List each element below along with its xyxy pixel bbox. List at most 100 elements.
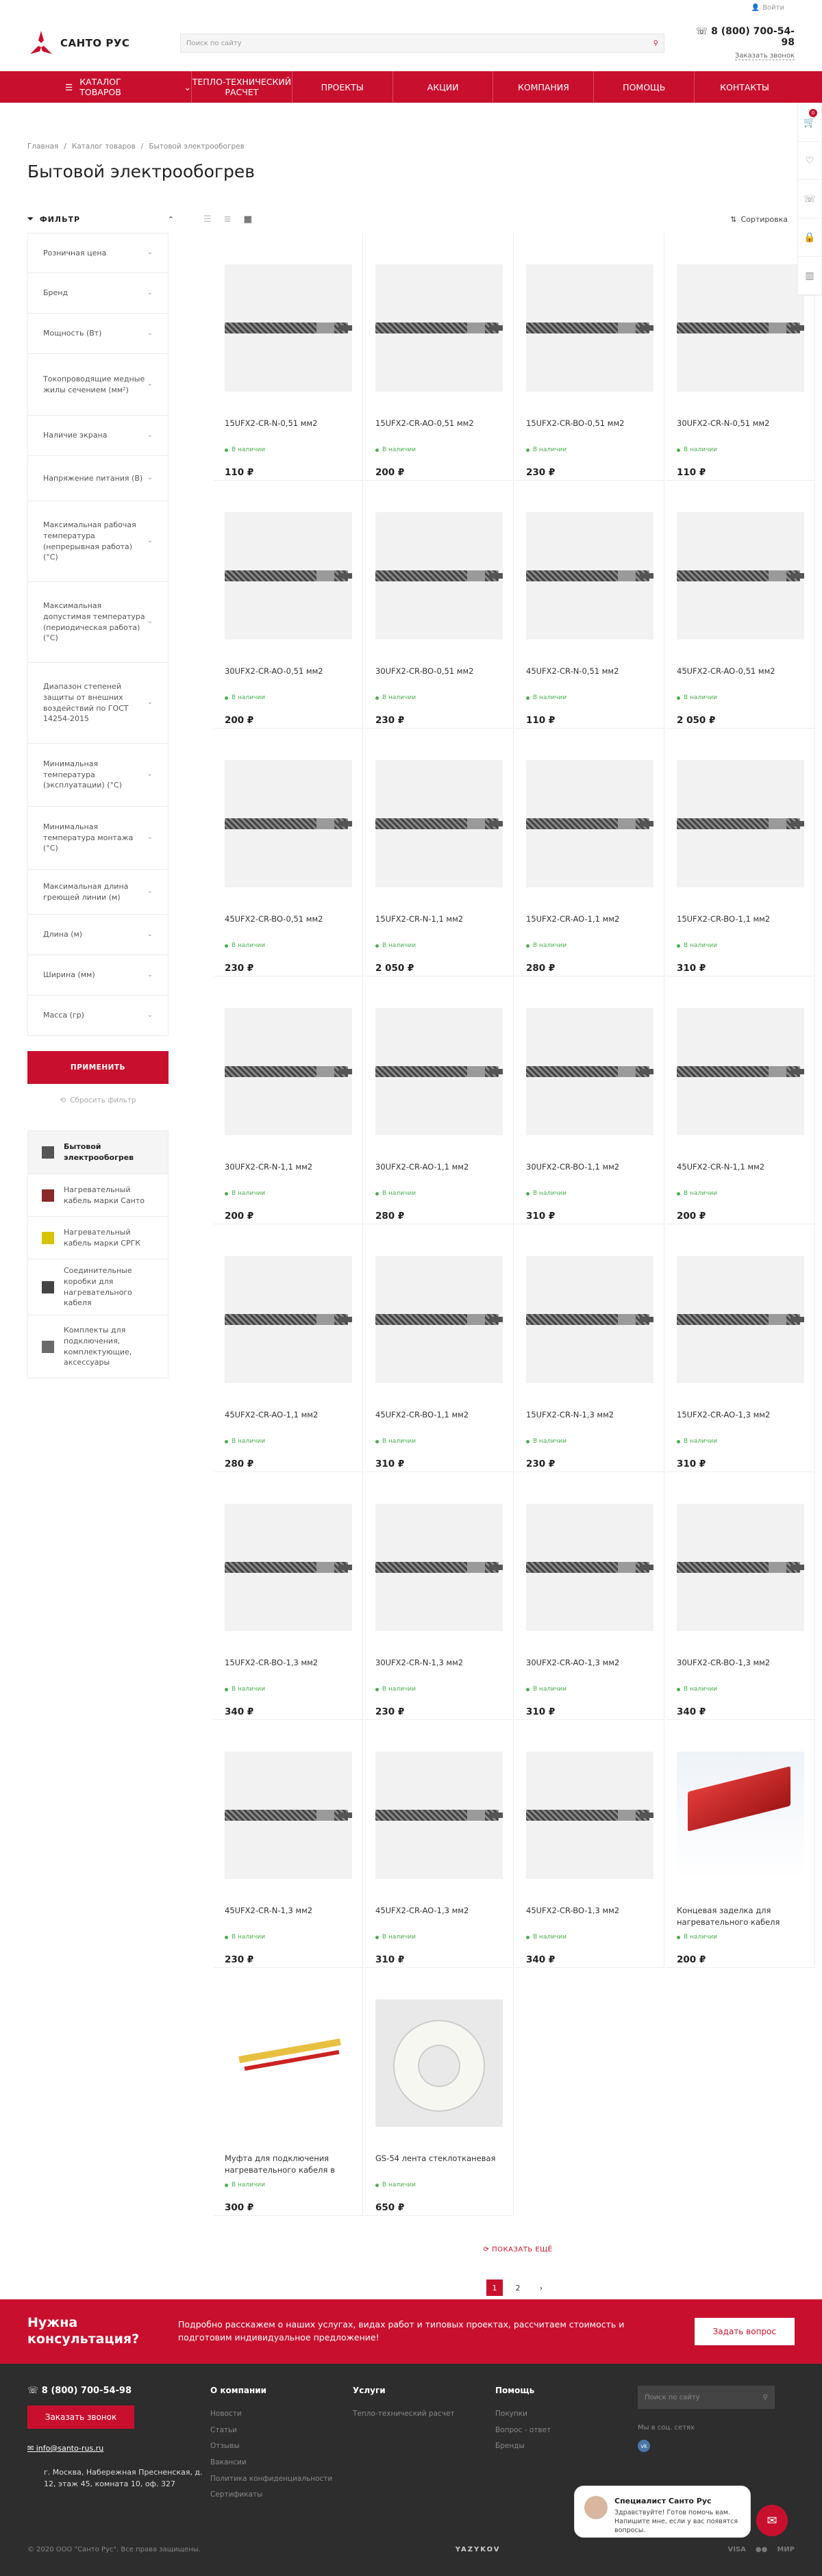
filter-item[interactable]: Минимальная температура монтажа (°C) ⌄	[27, 807, 169, 870]
product-card[interactable]: 15UFX2-CR-AO-1,1 мм2 В наличии 280 ₽	[515, 729, 664, 976]
nav-item-projects[interactable]: Проекты	[292, 71, 393, 103]
product-card[interactable]: GS-54 лента стеклотканевая В наличии 650 ₽	[364, 1968, 514, 2216]
product-card[interactable]: 30UFX2-CR-BO-0,51 мм2 В наличии 230 ₽	[364, 481, 514, 729]
footer-link[interactable]: Новости	[210, 2409, 353, 2419]
product-image[interactable]	[375, 1504, 503, 1631]
product-name[interactable]: 15UFX2-CR-BO-0,51 мм2	[526, 418, 649, 444]
product-image[interactable]	[526, 1256, 653, 1383]
filter-item[interactable]: Наличие экрана ⌄	[27, 416, 169, 456]
product-image[interactable]	[225, 1008, 352, 1135]
product-card[interactable]: 30UFX2-CR-N-1,3 мм2 В наличии 230 ₽	[364, 1472, 514, 1720]
breadcrumb-catalog[interactable]: Каталог товаров	[72, 142, 136, 151]
filter-item[interactable]: Максимальная рабочая температура (непрер…	[27, 501, 169, 582]
subcategory-item[interactable]: Нагревательный кабель марки СРГК	[28, 1216, 168, 1259]
product-name[interactable]: 15UFX2-CR-N-0,51 мм2	[225, 418, 347, 444]
subcategory-item[interactable]: Комплекты для подключения, комплектующие…	[28, 1315, 168, 1378]
product-name[interactable]: 45UFX2-CR-N-1,1 мм2	[677, 1161, 799, 1187]
product-image[interactable]	[225, 1999, 352, 2127]
product-image[interactable]	[225, 264, 352, 392]
product-card[interactable]: 45UFX2-CR-N-1,1 мм2 В наличии 200 ₽	[666, 976, 815, 1224]
product-name[interactable]: Муфта для подключения нагревательного ка…	[225, 2153, 347, 2179]
product-card[interactable]: 45UFX2-CR-N-0,51 мм2 В наличии 110 ₽	[515, 481, 664, 729]
product-name[interactable]: Концевая заделка для нагревательного каб…	[677, 1905, 799, 1931]
product-card[interactable]: 15UFX2-CR-AO-1,3 мм2 В наличии 310 ₽	[666, 1224, 815, 1472]
filter-item[interactable]: Токопроводящие медные жилы сечением (мм²…	[27, 354, 169, 416]
product-card[interactable]: 45UFX2-CR-BO-1,1 мм2 В наличии 310 ₽	[364, 1224, 514, 1472]
product-name[interactable]: 30UFX2-CR-BO-1,1 мм2	[526, 1161, 649, 1187]
product-card[interactable]: 30UFX2-CR-AO-1,3 мм2 В наличии 310 ₽	[515, 1472, 664, 1720]
product-card[interactable]: 15UFX2-CR-N-1,1 мм2 В наличии 2 050 ₽	[364, 729, 514, 976]
filter-item[interactable]: Мощность (Вт) ⌄	[27, 314, 169, 354]
nav-item-contacts[interactable]: Контакты	[695, 71, 795, 103]
chat-icon[interactable]: ✉	[756, 2505, 788, 2536]
product-image[interactable]	[677, 760, 804, 887]
product-name[interactable]: 30UFX2-CR-BO-0,51 мм2	[375, 666, 498, 692]
product-name[interactable]: 45UFX2-CR-N-1,3 мм2	[225, 1905, 347, 1931]
product-card[interactable]: 15UFX2-CR-AO-0,51 мм2 В наличии 200 ₽	[364, 233, 514, 481]
nav-item-company[interactable]: Компания	[493, 71, 595, 103]
product-name[interactable]: 15UFX2-CR-BO-1,1 мм2	[677, 913, 799, 939]
product-image[interactable]	[225, 1504, 352, 1631]
product-name[interactable]: 45UFX2-CR-BO-1,3 мм2	[526, 1905, 649, 1931]
product-card[interactable]: Муфта для подключения нагревательного ка…	[214, 1968, 363, 2216]
search-icon[interactable]: ⚲	[763, 2394, 768, 2401]
nav-item-help[interactable]: Помощь	[594, 71, 695, 103]
product-card[interactable]: Концевая заделка для нагревательного каб…	[666, 1720, 815, 1968]
view-list-icon[interactable]: ☰	[203, 214, 212, 225]
compare-icon[interactable]: ▥	[798, 257, 821, 295]
footer-phone[interactable]: ☏ 8 (800) 700-54-98	[27, 2386, 210, 2396]
footer-link[interactable]: Вопрос - ответ	[495, 2425, 638, 2436]
view-table-icon[interactable]: ≣	[224, 214, 232, 225]
product-image[interactable]	[677, 512, 804, 640]
product-name[interactable]: 45UFX2-CR-AO-0,51 мм2	[677, 666, 799, 692]
filter-item[interactable]: Максимальная длина греющей линии (м) ⌄	[27, 870, 169, 915]
product-card[interactable]: 15UFX2-CR-BO-1,3 мм2 В наличии 340 ₽	[214, 1472, 363, 1720]
product-name[interactable]: 45UFX2-CR-BO-1,1 мм2	[375, 1409, 498, 1435]
footer-search-input[interactable]: Поиск по сайту ⚲	[638, 2386, 775, 2409]
footer-link[interactable]: Тепло-технический расчет	[353, 2409, 495, 2419]
footer-link[interactable]: Статьи	[210, 2425, 353, 2436]
product-name[interactable]: GS-54 лента стеклотканевая	[375, 2153, 498, 2179]
page-1[interactable]: 1	[486, 2280, 503, 2296]
product-card[interactable]: 45UFX2-CR-AO-1,3 мм2 В наличии 310 ₽	[364, 1720, 514, 1968]
footer-link[interactable]: Покупки	[495, 2409, 638, 2419]
product-image[interactable]	[225, 760, 352, 887]
filter-item[interactable]: Ширина (мм) ⌄	[27, 955, 169, 996]
product-image[interactable]	[526, 1008, 653, 1135]
product-name[interactable]: 15UFX2-CR-N-1,3 мм2	[526, 1409, 649, 1435]
product-card[interactable]: 30UFX2-CR-AO-1,1 мм2 В наличии 280 ₽	[364, 976, 514, 1224]
show-more-button[interactable]: ⟳ Показать ещё	[214, 2246, 822, 2253]
product-card[interactable]: 30UFX2-CR-BO-1,3 мм2 В наличии 340 ₽	[666, 1472, 815, 1720]
product-name[interactable]: 30UFX2-CR-N-0,51 мм2	[677, 418, 799, 444]
view-grid-icon[interactable]: ▦	[244, 214, 252, 225]
filter-item[interactable]: Розничная цена ⌄	[27, 233, 169, 273]
header-phone[interactable]: ☏ 8 (800) 700-54-98	[692, 26, 795, 48]
lock-icon[interactable]: 🔒	[798, 218, 821, 257]
product-card[interactable]: 15UFX2-CR-N-0,51 мм2 В наличии 110 ₽	[214, 233, 363, 481]
nav-item-promo[interactable]: Акции	[393, 71, 494, 103]
product-image[interactable]	[375, 1008, 503, 1135]
product-card[interactable]: 30UFX2-CR-N-0,51 мм2 В наличии 110 ₽	[666, 233, 815, 481]
footer-email[interactable]: ✉ info@santo-rus.ru	[27, 2444, 210, 2453]
product-card[interactable]: 30UFX2-CR-N-1,1 мм2 В наличии 200 ₽	[214, 976, 363, 1224]
footer-link[interactable]: Сертификаты	[210, 2490, 353, 2500]
favorites-icon[interactable]: ♡	[798, 142, 821, 180]
product-image[interactable]	[375, 1752, 503, 1879]
product-name[interactable]: 15UFX2-CR-AO-1,3 мм2	[677, 1409, 799, 1435]
ask-question-button[interactable]: Задать вопрос	[694, 2318, 795, 2345]
product-image[interactable]	[526, 1504, 653, 1631]
product-image[interactable]	[677, 1504, 804, 1631]
callback-link[interactable]: Заказать звонок	[734, 52, 795, 60]
footer-link[interactable]: Бренды	[495, 2441, 638, 2451]
product-image[interactable]	[225, 1752, 352, 1879]
next-page-button[interactable]: ›	[533, 2280, 549, 2296]
product-name[interactable]: 15UFX2-CR-BO-1,3 мм2	[225, 1657, 347, 1683]
product-image[interactable]	[526, 512, 653, 640]
product-name[interactable]: 15UFX2-CR-AO-0,51 мм2	[375, 418, 498, 444]
breadcrumb-home[interactable]: Главная	[27, 142, 58, 151]
product-image[interactable]	[526, 264, 653, 392]
chat-popup[interactable]: Специалист Санто Рус Здравствуйте! Готов…	[574, 2486, 751, 2538]
product-card[interactable]: 15UFX2-CR-N-1,3 мм2 В наличии 230 ₽	[515, 1224, 664, 1472]
filter-item[interactable]: Бренд ⌄	[27, 273, 169, 314]
product-name[interactable]: 30UFX2-CR-N-1,1 мм2	[225, 1161, 347, 1187]
